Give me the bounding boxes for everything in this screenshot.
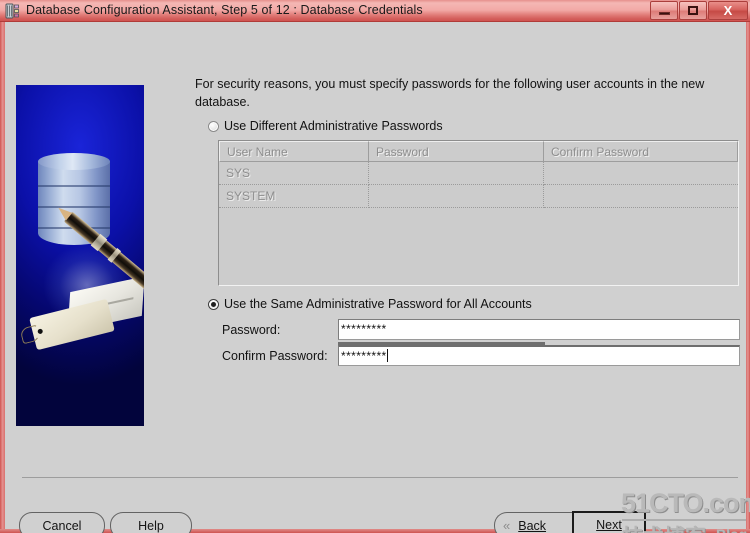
password-input[interactable]: ********* (338, 319, 740, 340)
dialog-client-area: For security reasons, you must specify p… (5, 22, 750, 533)
credentials-table[interactable]: User Name Password Confirm Password SYS … (218, 140, 739, 286)
radio-same-password-icon[interactable] (208, 298, 219, 310)
tag-string (19, 324, 41, 345)
instruction-text: For security reasons, you must specify p… (195, 77, 705, 109)
tag-graphic (19, 298, 115, 351)
cylinder-ring (38, 206, 110, 208)
next-button-label: Next (596, 517, 622, 532)
column-header-password[interactable]: Password (369, 141, 544, 162)
column-header-confirm-password[interactable]: Confirm Password (544, 141, 738, 162)
window-controls: X (650, 1, 748, 20)
minimize-button[interactable] (650, 1, 678, 20)
cylinder-body (38, 161, 110, 245)
cancel-button[interactable]: Cancel (19, 512, 105, 533)
confirm-password-value: ********* (341, 349, 387, 363)
maximize-button[interactable] (679, 1, 707, 20)
confirm-password-input[interactable]: ********* (338, 345, 740, 366)
cell-user-name: SYSTEM (219, 185, 369, 208)
column-header-user-name[interactable]: User Name (219, 141, 369, 162)
cell-password[interactable] (369, 185, 544, 208)
chevron-left-icon: « (503, 518, 511, 533)
cell-user-name: SYS (219, 162, 369, 185)
pen-band (107, 248, 122, 263)
close-button[interactable]: X (708, 1, 748, 20)
cylinder-top (38, 153, 110, 170)
maximize-icon (688, 6, 698, 15)
back-button[interactable]: « Back (494, 512, 572, 533)
option-same-password-label: Use the Same Administrative Password for… (224, 297, 532, 311)
cylinder-ring (38, 185, 110, 187)
cell-confirm-password[interactable] (544, 162, 738, 185)
confirm-password-label: Confirm Password: (222, 349, 328, 363)
next-button[interactable]: Next (572, 511, 646, 533)
option-same-password[interactable]: Use the Same Administrative Password for… (208, 297, 532, 311)
footer-divider (22, 477, 738, 478)
option-different-passwords-label: Use Different Administrative Passwords (224, 119, 443, 133)
help-button[interactable]: Help (110, 512, 192, 533)
title-bar[interactable]: Database Configuration Assistant, Step 5… (0, 0, 750, 22)
table-header-row: User Name Password Confirm Password (219, 141, 738, 162)
password-label: Password: (222, 323, 281, 337)
wizard-side-image (16, 85, 144, 426)
cell-password[interactable] (369, 162, 544, 185)
window-border-right (746, 22, 750, 533)
dbca-window: Database Configuration Assistant, Step 5… (0, 0, 750, 533)
back-button-label: Back (518, 518, 547, 533)
database-assistant-icon (5, 3, 21, 19)
radio-different-passwords-icon[interactable] (208, 120, 219, 132)
text-caret (386, 349, 388, 362)
cell-confirm-password[interactable] (544, 185, 738, 208)
table-row[interactable]: SYS (219, 162, 738, 185)
window-title: Database Configuration Assistant, Step 5… (26, 3, 423, 17)
table-row[interactable]: SYSTEM (219, 185, 738, 208)
minimize-icon (658, 12, 670, 15)
option-different-passwords[interactable]: Use Different Administrative Passwords (208, 119, 443, 133)
